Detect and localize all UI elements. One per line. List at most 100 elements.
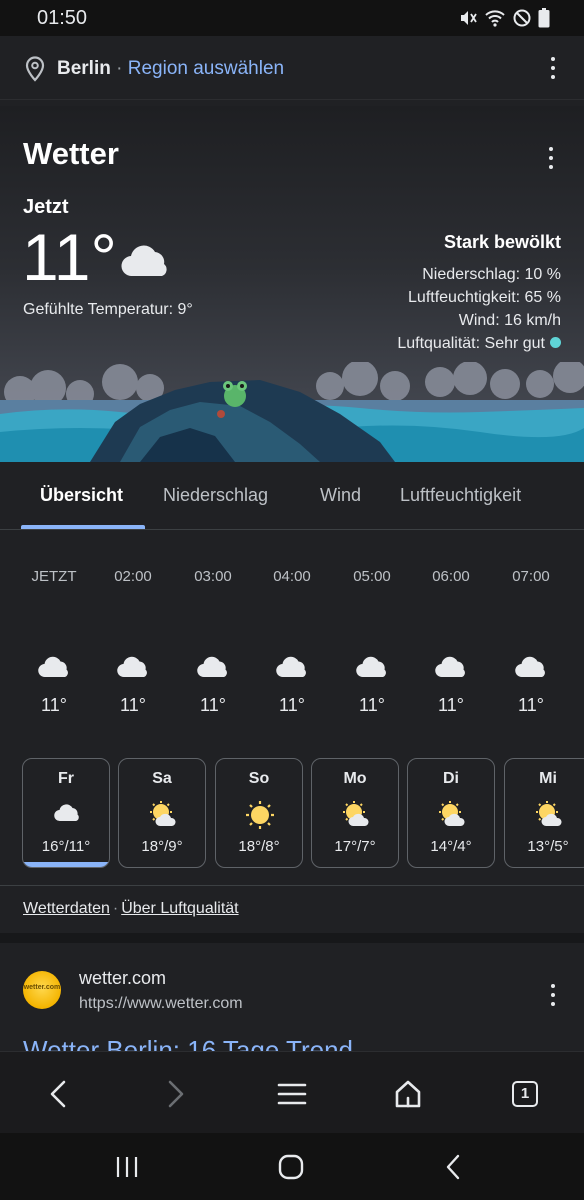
air-quality-row: Luftqualität: Sehr gut (397, 332, 561, 355)
home-nav-icon[interactable] (277, 1153, 305, 1186)
sun-cloud-icon (438, 801, 466, 832)
home-icon[interactable] (388, 1074, 428, 1114)
weather-card: Wetter Jetzt 11° Gefühlte Temperatur: 9°… (0, 106, 584, 462)
cloud-icon (514, 655, 548, 684)
hourly-forecast: JETZT 11° 02:00 11° 03:00 11° 04:00 11° … (0, 531, 584, 741)
cloud-icon (355, 655, 389, 684)
location-bar: Berlin · Region auswählen (0, 36, 584, 100)
result-site-name: wetter.com (79, 968, 167, 988)
day-temperature-range: 13°/5° (527, 838, 569, 855)
weather-more-icon[interactable] (548, 147, 554, 169)
current-temperature: 11° (22, 220, 117, 294)
weather-illustration (0, 362, 584, 462)
cloud-icon (275, 655, 309, 684)
hour-label: 02:00 (114, 568, 152, 585)
location-separator: · (116, 58, 123, 79)
section-divider (0, 933, 584, 943)
hour-label: 07:00 (512, 568, 550, 585)
status-icons (458, 8, 550, 33)
hour-label: 04:00 (273, 568, 311, 585)
dnd-icon (512, 8, 532, 33)
system-nav-bar (0, 1133, 584, 1200)
wind: Wind: 16 km/h (458, 312, 561, 329)
day-temperature-range: 14°/4° (430, 838, 472, 855)
cloud-icon (53, 801, 81, 828)
links-separator: · (112, 900, 119, 917)
cloud-icon (37, 655, 71, 684)
cloud-icon (120, 242, 172, 283)
day-name: Fr (58, 770, 74, 787)
daily-forecast: Fr 16°/11° Sa 18°/9° So 18°/8° Mo 17°/7°… (0, 758, 584, 870)
hour-label: JETZT (31, 568, 77, 585)
day-card-so[interactable]: So 18°/8° (215, 758, 303, 868)
result-more-icon[interactable] (550, 984, 556, 1006)
sun-icon (246, 801, 274, 834)
tab-precipitation[interactable]: Niederschlag (163, 485, 268, 506)
site-logo-text: wetter.com (23, 984, 61, 991)
tabs-count-button[interactable]: 1 (512, 1081, 538, 1107)
hour-temperature: 11° (518, 695, 544, 715)
tab-wind[interactable]: Wind (320, 485, 361, 506)
weather-details: Niederschlag: 10 % Luftfeuchtigkeit: 65 … (397, 263, 561, 355)
feels-like: Gefühlte Temperatur: 9° (23, 301, 193, 318)
sun-cloud-icon (342, 801, 370, 832)
tab-humidity[interactable]: Luftfeuchtigkeit (400, 485, 521, 506)
weather-data-link[interactable]: Wetterdaten (23, 900, 110, 917)
weather-tabs: Übersicht Niederschlag Wind Luftfeuchtig… (0, 462, 584, 530)
hour-temperature: 11° (279, 695, 305, 715)
hour-temperature: 11° (41, 695, 67, 715)
tab-active-indicator (21, 525, 145, 529)
day-card-di[interactable]: Di 14°/4° (407, 758, 495, 868)
hour-temperature: 11° (438, 695, 464, 715)
location-text: Berlin · Region auswählen (57, 58, 284, 80)
browser-toolbar: 1 (0, 1051, 584, 1133)
weather-links: Wetterdaten · Über Luftqualität (0, 885, 584, 933)
status-time: 01:50 (37, 7, 88, 29)
hour-label: 05:00 (353, 568, 391, 585)
day-temperature-range: 17°/7° (334, 838, 376, 855)
day-name: Sa (152, 770, 172, 787)
site-logo: wetter.com (23, 971, 61, 1009)
air-quality-link[interactable]: Über Luftqualität (121, 900, 238, 917)
weather-title: Wetter (23, 136, 119, 171)
result-url: https://www.wetter.com (79, 995, 243, 1012)
hour-temperature: 11° (359, 695, 385, 715)
day-card-mo[interactable]: Mo 17°/7° (311, 758, 399, 868)
hour-label: 06:00 (432, 568, 470, 585)
day-card-sa[interactable]: Sa 18°/9° (118, 758, 206, 868)
cloud-icon (434, 655, 468, 684)
hour-label: 03:00 (194, 568, 232, 585)
back-nav-icon[interactable] (440, 1153, 468, 1186)
cloud-icon (116, 655, 150, 684)
cloud-icon (196, 655, 230, 684)
region-select-link[interactable]: Region auswählen (128, 58, 284, 79)
result-headline-link[interactable]: Wetter Berlin: 16 Tage Trend (23, 1035, 353, 1051)
location-pin-icon (24, 56, 46, 82)
day-selected-indicator (23, 862, 109, 867)
battery-icon (538, 8, 550, 33)
day-name: Mi (539, 770, 557, 787)
hour-temperature: 11° (200, 695, 226, 715)
weather-condition: Stark bewölkt (443, 232, 561, 252)
location-city: Berlin (57, 58, 111, 79)
air-quality-dot (550, 337, 561, 348)
menu-icon[interactable] (272, 1074, 312, 1114)
precipitation: Niederschlag: 10 % (422, 266, 561, 283)
air-quality: Luftqualität: Sehr gut (397, 335, 545, 352)
search-result[interactable]: wetter.com wetter.com https://www.wetter… (0, 943, 584, 1051)
day-card-mi[interactable]: Mi 13°/5° (504, 758, 584, 868)
day-temperature-range: 18°/9° (141, 838, 183, 855)
back-arrow-icon[interactable] (40, 1074, 80, 1114)
day-card-fr[interactable]: Fr 16°/11° (22, 758, 110, 868)
day-temperature-range: 16°/11° (41, 838, 91, 855)
recent-apps-icon[interactable] (113, 1153, 141, 1186)
day-name: Mo (343, 770, 367, 787)
status-bar: 01:50 (0, 0, 584, 36)
forward-arrow-icon[interactable] (156, 1074, 196, 1114)
weather-links-row: Wetterdaten · Über Luftqualität (23, 900, 239, 918)
tab-overview[interactable]: Übersicht (40, 485, 123, 506)
location-more-icon[interactable] (550, 57, 556, 79)
humidity: Luftfeuchtigkeit: 65 % (408, 289, 561, 306)
day-name: Di (443, 770, 459, 787)
hour-temperature: 11° (120, 695, 146, 715)
